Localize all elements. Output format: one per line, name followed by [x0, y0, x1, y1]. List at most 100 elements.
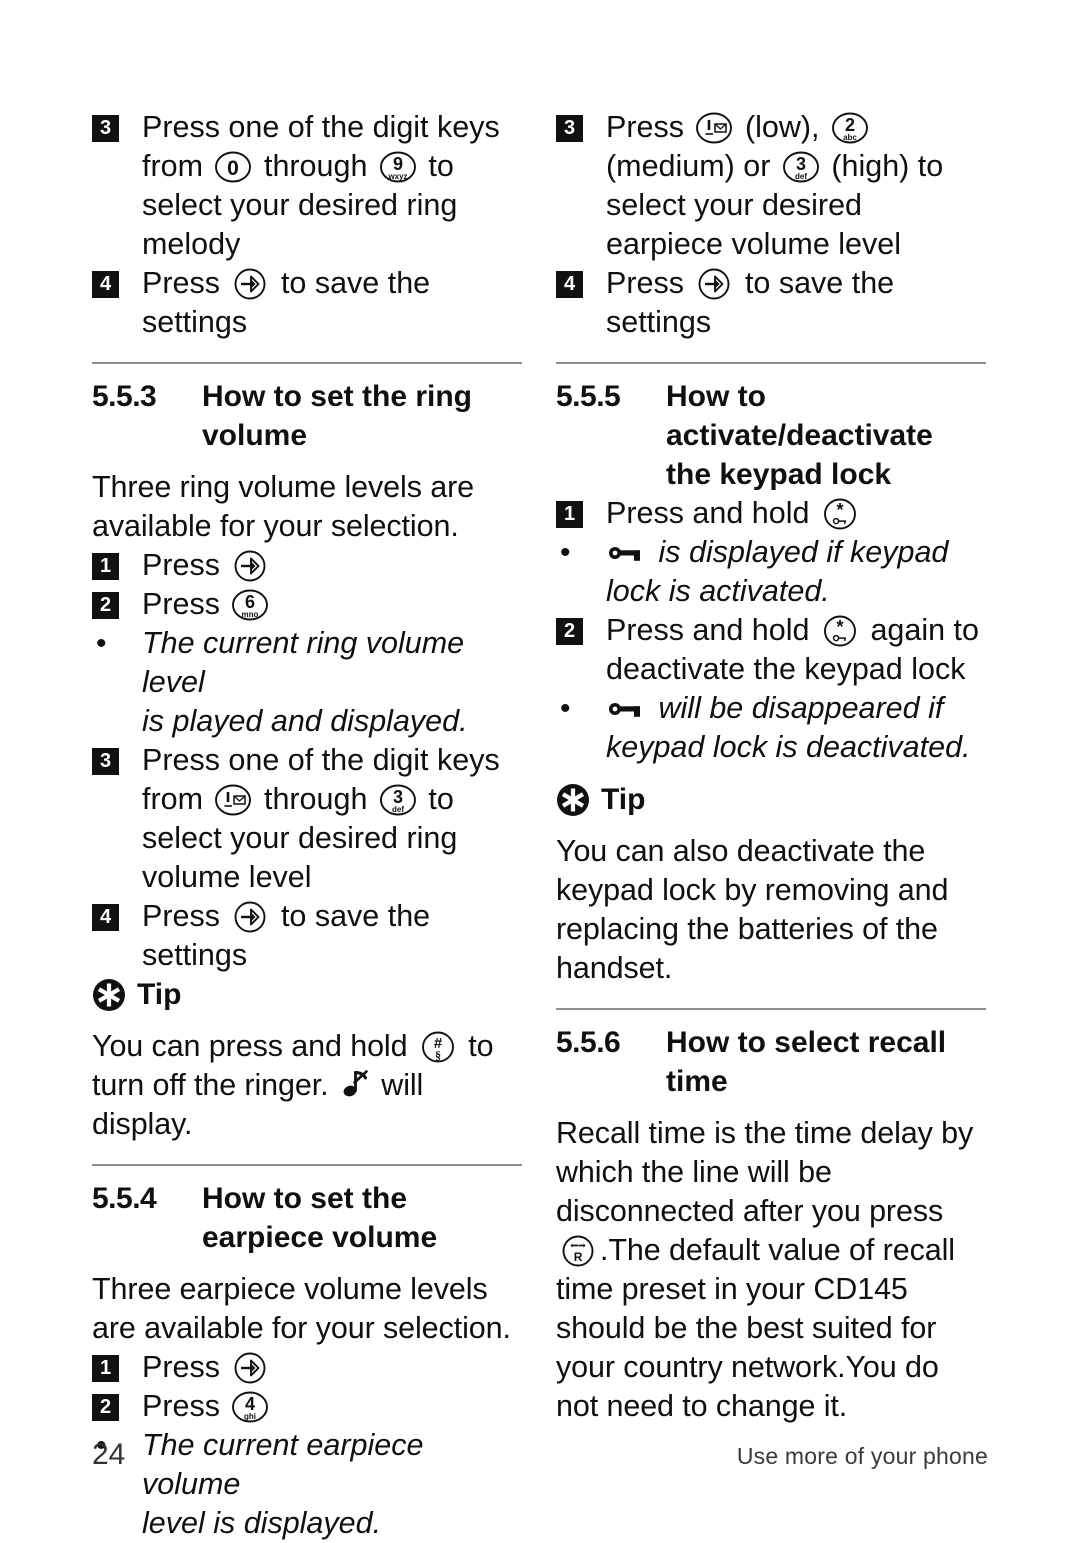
- step-text: Press: [142, 899, 220, 933]
- page-footer: 24 Use more of your phone: [92, 1438, 988, 1472]
- paragraph-line: turn off the ringer.: [92, 1068, 329, 1102]
- heading-5-5-6: 5.5.6 How to select recall time: [556, 1023, 986, 1101]
- voicemail-key-1-icon: [213, 782, 253, 818]
- step-number-badge: 3: [556, 115, 583, 142]
- bullet-keypad-lock-activated: • is displayed if keypad lock is activat…: [556, 533, 986, 611]
- step-number-badge: 2: [92, 592, 119, 619]
- step-text: Press one of the digit keys: [142, 110, 500, 144]
- bullet-ring-volume-played: • The current ring volume level is playe…: [92, 624, 522, 741]
- step-text: melody: [142, 227, 241, 261]
- paragraph-line: which the line will be: [556, 1155, 832, 1189]
- step-text: settings: [606, 305, 712, 339]
- step-ring-volume-1: 1 Press: [92, 546, 522, 585]
- step-text: Press: [142, 1350, 220, 1384]
- heading-title: How to select recall time: [666, 1023, 986, 1101]
- left-column: 3 Press one of the digit keys from 0 thr…: [92, 108, 522, 1543]
- bullet-line: level is displayed.: [142, 1506, 382, 1540]
- heading-title-line2: time: [666, 1065, 728, 1098]
- tip-body-ring-volume: You can press and hold # § to turn off t…: [92, 1027, 522, 1144]
- step-text: (high) to: [831, 149, 944, 183]
- key-lock-glyph-icon: [608, 544, 648, 566]
- save-key-icon: [230, 548, 270, 584]
- step-text: select your desired ring: [142, 821, 458, 855]
- ringer-off-note-icon: [339, 1067, 371, 1099]
- right-column: 3 Press (low), 2 abc (medium) or 3 def (…: [556, 108, 986, 1426]
- heading-5-5-3: 5.5.3 How to set the ring volume: [92, 377, 522, 455]
- step-number-badge: 4: [556, 271, 583, 298]
- step-text: volume level: [142, 860, 312, 894]
- svg-text:2: 2: [845, 115, 855, 135]
- svg-text:*: *: [836, 500, 843, 520]
- tip-asterisk-icon: [556, 783, 590, 817]
- heading-number: 5.5.4: [92, 1182, 157, 1215]
- bullet-dot-icon: •: [560, 692, 571, 725]
- step-ring-volume-2: 2 Press 6 mno: [92, 585, 522, 624]
- tip-header-keypad-lock: Tip: [556, 780, 986, 819]
- step-earpiece-level-select: 3 Press (low), 2 abc (medium) or 3 def (…: [556, 108, 986, 264]
- step-earpiece-volume-1: 1 Press: [92, 1348, 522, 1387]
- bullet-line: The current ring volume level: [142, 626, 465, 699]
- hash-key-icon: # §: [418, 1029, 458, 1065]
- digit-key-3-def-icon: 3 def: [378, 782, 418, 818]
- save-key-icon: [230, 1350, 270, 1386]
- step-text: through: [263, 149, 368, 183]
- paragraph-line: Three ring volume levels are: [92, 470, 475, 504]
- paragraph-line: will: [381, 1068, 424, 1102]
- recall-key-icon: R: [558, 1233, 598, 1269]
- step-text: (low),: [744, 110, 820, 144]
- paragraph-line: handset.: [556, 951, 673, 985]
- step-text: Press and hold: [606, 613, 810, 647]
- star-lock-key-icon: *: [820, 613, 860, 649]
- step-text: from: [142, 149, 203, 183]
- heading-title-line2: earpiece volume: [202, 1221, 438, 1254]
- svg-text:R: R: [574, 1250, 583, 1264]
- tip-asterisk-icon: [92, 978, 126, 1012]
- step-text: Press: [606, 266, 684, 300]
- step-text: select your desired ring: [142, 188, 458, 222]
- heading-number: 5.5.3: [92, 380, 157, 413]
- bullet-line: lock is activated.: [606, 574, 830, 608]
- intro-paragraph-earpiece-volume: Three earpiece volume levels are availab…: [92, 1270, 522, 1348]
- paragraph-line: disconnected after you press: [556, 1194, 944, 1228]
- tip-label: Tip: [137, 978, 182, 1011]
- paragraph-line: Three earpiece volume levels: [92, 1272, 488, 1306]
- step-text: again to: [870, 613, 979, 647]
- page-number: 24: [92, 1438, 126, 1471]
- step-number-badge: 1: [92, 553, 119, 580]
- bullet-line: keypad lock is deactivated.: [606, 730, 971, 764]
- save-key-icon: [230, 266, 270, 302]
- step-text: select your desired: [606, 188, 862, 222]
- bullet-dot-icon: •: [96, 627, 107, 660]
- step-text: from: [142, 782, 203, 816]
- svg-text:3: 3: [796, 154, 806, 174]
- heading-5-5-4: 5.5.4 How to set the earpiece volume: [92, 1179, 522, 1257]
- step-text: earpiece volume level: [606, 227, 901, 261]
- save-key-icon: [230, 899, 270, 935]
- step-text: Press: [142, 1389, 220, 1423]
- svg-text:def: def: [392, 805, 404, 814]
- heading-5-5-5: 5.5.5 How to activate/deactivate the key…: [556, 377, 986, 494]
- paragraph-line: are available for your selection.: [92, 1311, 511, 1345]
- heading-title-line1: How to set the ring: [202, 380, 472, 413]
- step-text: to save the: [744, 266, 895, 300]
- heading-title: How to activate/deactivate the keypad lo…: [666, 377, 986, 494]
- paragraph-line: Recall time is the time delay by: [556, 1116, 974, 1150]
- heading-number: 5.5.5: [556, 380, 621, 413]
- svg-text:ghi: ghi: [244, 1412, 256, 1421]
- svg-text:9: 9: [393, 154, 403, 174]
- heading-number: 5.5.6: [556, 1026, 621, 1059]
- digit-key-6-mno-icon: 6 mno: [230, 587, 270, 623]
- paragraph-line: keypad lock by removing and: [556, 873, 949, 907]
- heading-title: How to set the ring volume: [202, 377, 522, 455]
- svg-text:§: §: [435, 1048, 441, 1062]
- step-number-badge: 3: [92, 115, 119, 142]
- step-text: to: [428, 149, 454, 183]
